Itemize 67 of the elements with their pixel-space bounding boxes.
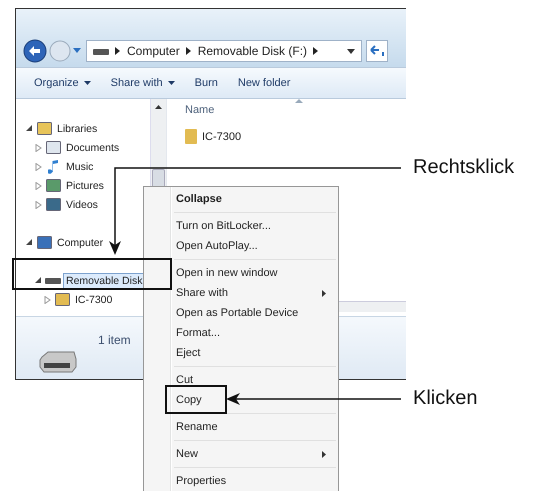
dropdown-caret-icon <box>84 81 91 85</box>
tree-item[interactable]: Removable Disk <box>64 274 144 288</box>
menu-item[interactable]: Open AutoPlay... <box>146 236 336 256</box>
expanded-arrow-icon[interactable] <box>26 239 33 246</box>
menu-item[interactable]: Eject <box>146 343 336 363</box>
menu-item[interactable]: New <box>146 444 336 464</box>
callout-label: Klicken <box>413 387 478 410</box>
column-header[interactable]: Name <box>185 104 214 116</box>
video-icon <box>46 198 60 211</box>
toolbar-button[interactable]: New folder <box>230 74 298 92</box>
highlight-frame <box>165 385 227 414</box>
tree-item[interactable]: Videos <box>64 198 100 212</box>
file-name[interactable]: IC-7300 <box>202 130 242 142</box>
menu-item[interactable]: Open as Portable Device <box>146 303 336 323</box>
callout-label: Rechtsklick <box>413 156 514 179</box>
tree-item[interactable]: Documents <box>64 140 122 154</box>
computer-icon <box>36 236 52 249</box>
tree-item[interactable]: Libraries <box>55 122 100 136</box>
drive-icon <box>38 351 78 373</box>
library-icon <box>36 122 52 135</box>
menu-item[interactable]: Rename <box>146 417 336 437</box>
collapsed-arrow-icon[interactable] <box>35 200 42 208</box>
sort-arrow-icon <box>295 99 303 103</box>
refresh-icon <box>370 45 384 57</box>
collapsed-arrow-icon[interactable] <box>44 296 51 304</box>
breadcrumb-arrow-icon <box>186 47 192 55</box>
picture-icon <box>46 179 60 192</box>
toolbar-button[interactable]: Burn <box>186 74 226 92</box>
dropdown-caret-icon <box>168 81 175 85</box>
address-bar[interactable]: Computer Removable Disk (F:) <box>86 40 362 62</box>
back-button[interactable] <box>23 39 47 63</box>
dropdown-icon[interactable] <box>347 48 355 54</box>
expanded-arrow-icon[interactable] <box>26 125 33 132</box>
menu-item[interactable]: Properties <box>146 471 336 491</box>
breadcrumb[interactable]: Removable Disk (F:) <box>198 44 308 58</box>
tree-item[interactable]: Music <box>64 160 96 174</box>
collapsed-arrow-icon[interactable] <box>35 162 42 170</box>
collapsed-arrow-icon[interactable] <box>35 182 42 190</box>
tree-item[interactable]: Computer <box>55 236 106 250</box>
breadcrumb-arrow-icon <box>313 47 320 55</box>
menu-item[interactable]: Turn on BitLocker... <box>146 216 336 236</box>
item-count: 1 item <box>98 333 131 347</box>
toolbar-button[interactable]: Share with <box>102 74 183 92</box>
menu-item[interactable]: Copy <box>146 390 336 410</box>
collapsed-arrow-icon[interactable] <box>35 144 42 152</box>
folder-icon <box>54 293 70 306</box>
menu-item[interactable]: Open in new window <box>146 263 336 283</box>
drive-icon <box>93 47 109 55</box>
menu-item[interactable]: Share with <box>146 283 336 303</box>
breadcrumb-arrow-icon <box>115 47 121 55</box>
menu-item[interactable]: Cut <box>146 370 336 390</box>
breadcrumb[interactable]: Computer <box>127 44 180 58</box>
history-dropdown-icon[interactable] <box>73 48 81 54</box>
expanded-arrow-icon[interactable] <box>35 277 42 284</box>
music-note-icon <box>48 160 58 174</box>
refresh-button[interactable] <box>366 40 388 62</box>
drive-icon <box>45 278 61 284</box>
menu-item[interactable]: Format... <box>146 323 336 343</box>
submenu-arrow-icon <box>322 450 326 458</box>
scroll-up-arrow-icon[interactable] <box>155 105 162 109</box>
toolbar-button[interactable]: Organize <box>26 74 99 92</box>
submenu-arrow-icon <box>322 290 326 296</box>
folder-icon <box>185 129 197 144</box>
document-icon <box>46 141 60 154</box>
tree-item[interactable]: Pictures <box>64 178 106 192</box>
tree-item[interactable]: IC-7300 <box>73 292 114 306</box>
menu-item[interactable]: Collapse <box>146 189 336 209</box>
